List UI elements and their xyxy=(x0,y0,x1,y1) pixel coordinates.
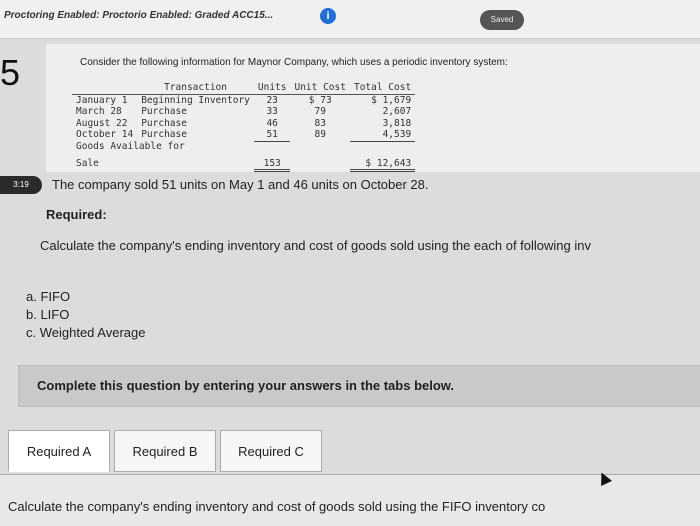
option-lifo: b. LIFO xyxy=(26,307,70,322)
total-cost-header: Total Cost xyxy=(349,82,416,95)
total-cost: $ 12,643 xyxy=(349,152,416,172)
instructions-text: Complete this question by entering your … xyxy=(37,378,455,393)
date-header xyxy=(72,82,138,95)
tab-content: Calculate the company's ending inventory… xyxy=(0,474,700,526)
transaction-header: Transaction xyxy=(137,82,254,95)
question-number: 5 xyxy=(0,52,21,93)
question-intro: Consider the following information for M… xyxy=(80,57,508,68)
total-row: Sale 153 $ 12,643 xyxy=(72,152,416,172)
answer-tabs: Required A Required B Required C xyxy=(8,430,326,472)
table-row: March 28 Purchase 33 79 2,607 xyxy=(76,106,412,117)
inventory-table: Transaction Units Unit Cost Total Cost J… xyxy=(72,82,416,172)
timer-badge: 3:19 xyxy=(0,176,42,194)
option-weighted-average: c. Weighted Average xyxy=(26,325,146,340)
option-fifo: a. FIFO xyxy=(26,289,71,304)
saved-badge: Saved xyxy=(480,10,524,30)
method-options: a. FIFO b. LIFO c. Weighted Average xyxy=(26,288,146,342)
tab-required-c[interactable]: Required C xyxy=(220,430,322,472)
instructions-banner: Complete this question by entering your … xyxy=(18,365,700,407)
table-row-label: Goods Available for xyxy=(72,140,416,153)
fifo-instruction: Calculate the company's ending inventory… xyxy=(8,499,546,514)
required-heading: Required: xyxy=(46,207,107,222)
table-row: August 22 Purchase 46 83 3,818 xyxy=(76,117,412,129)
tab-required-a[interactable]: Required A xyxy=(8,430,110,472)
total-units: 153 xyxy=(253,152,291,172)
proctor-bar: Proctoring Enabled: Proctorio Enabled: G… xyxy=(0,0,700,39)
units-header: Units xyxy=(253,82,291,95)
table-row: January 1 Beginning Inventory 23 $ 73 $ … xyxy=(76,94,412,106)
table-row: October 14 Purchase 51 89 4,539 xyxy=(76,129,412,141)
tab-required-b[interactable]: Required B xyxy=(114,430,216,472)
proctor-status: Proctoring Enabled: Proctorio Enabled: G… xyxy=(4,10,274,21)
info-icon[interactable]: i xyxy=(320,8,336,24)
unit-cost-header: Unit Cost xyxy=(290,82,350,95)
calculate-instruction: Calculate the company's ending inventory… xyxy=(40,238,591,253)
sold-statement: The company sold 51 units on May 1 and 4… xyxy=(52,177,429,192)
